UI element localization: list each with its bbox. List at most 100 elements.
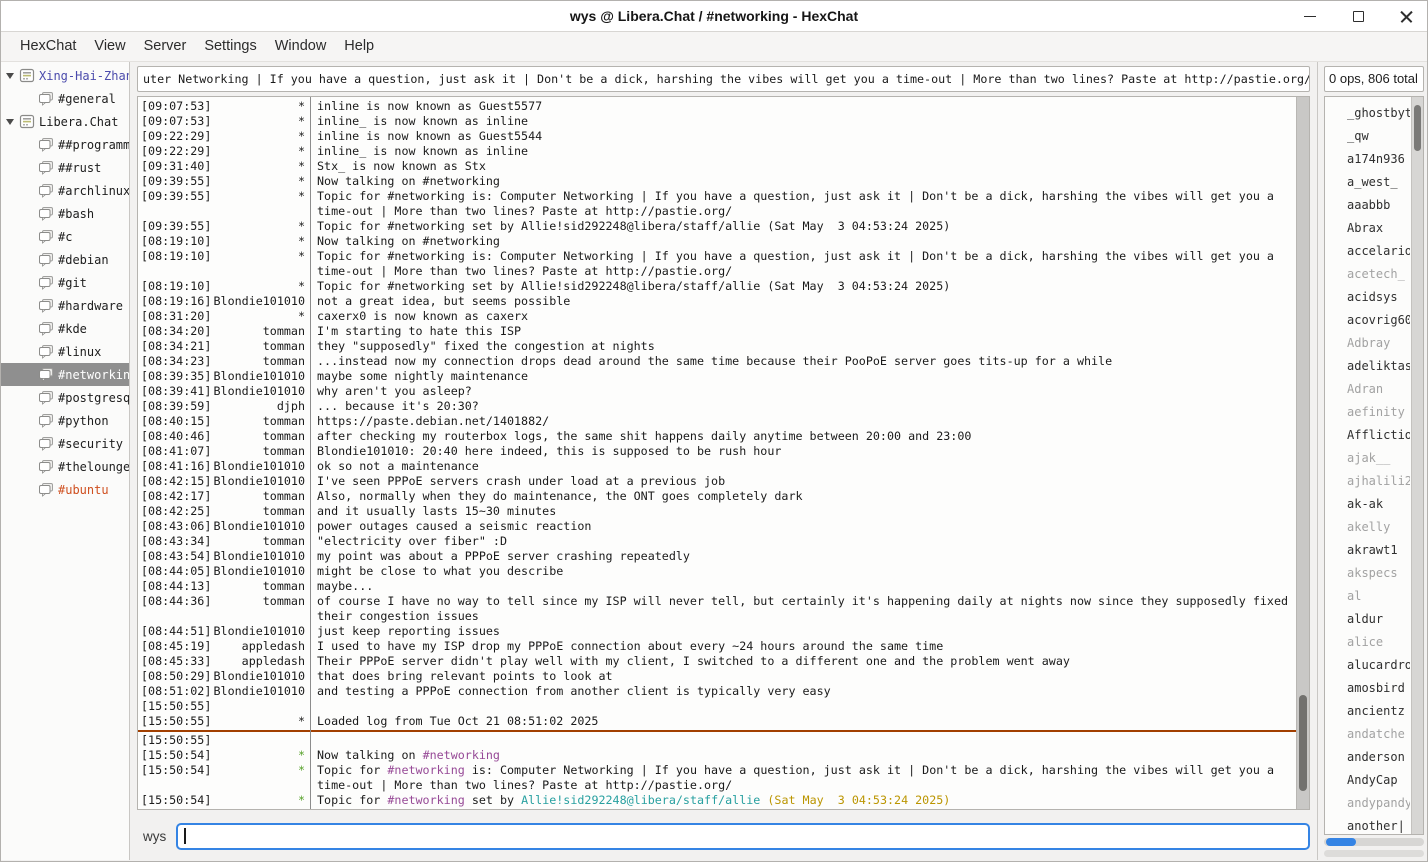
chat-box: [09:07:53]*inline is now known as Guest5…	[137, 96, 1310, 810]
user-list-hscrollbar-thumb[interactable]	[1326, 838, 1356, 846]
tree-item-git[interactable]: #git	[1, 271, 129, 294]
tree-item-python[interactable]: #python	[1, 409, 129, 432]
user-list-hscrollbar-track2[interactable]	[1324, 850, 1424, 857]
tree-item-thelounge[interactable]: #thelounge	[1, 455, 129, 478]
tree-item-hardware[interactable]: #hardware	[1, 294, 129, 317]
chat-scrollbar-thumb[interactable]	[1299, 695, 1307, 791]
unread-marker	[138, 730, 1296, 732]
message-segment: Also, normally when they do maintenance,…	[317, 489, 803, 503]
chat-line: [08:40:15]tommanhttps://paste.debian.net…	[138, 414, 1296, 429]
tree-item-bash[interactable]: #bash	[1, 202, 129, 225]
tree-item-debian[interactable]: #debian	[1, 248, 129, 271]
user-list-item[interactable]: andypandy	[1347, 792, 1410, 815]
message: I used to have my ISP drop my PPPoE conn…	[310, 639, 1296, 654]
user-list-item[interactable]: acetech_	[1347, 263, 1410, 286]
timestamp: [15:50:54]	[138, 793, 212, 808]
user-list-item[interactable]: _ghostbyt	[1347, 102, 1410, 125]
topic-input[interactable]: uter Networking | If you have a question…	[137, 66, 1310, 92]
menu-hexchat[interactable]: HexChat	[11, 32, 85, 61]
user-list-item[interactable]: ak-ak	[1347, 493, 1410, 516]
message-segment: #networking	[387, 793, 464, 807]
tree-item-security[interactable]: #security	[1, 432, 129, 455]
tree-item-general[interactable]: #general	[1, 87, 129, 110]
user-list-item[interactable]: ajak__	[1347, 447, 1410, 470]
tree-item-postgresql[interactable]: #postgresql	[1, 386, 129, 409]
message: inline_ is now known as inline	[310, 144, 1296, 159]
user-list-item[interactable]: adeliktas	[1347, 355, 1410, 378]
timestamp: [08:19:16]	[138, 294, 212, 309]
user-list-item[interactable]: Abrax	[1347, 217, 1410, 240]
user-list-item[interactable]: _qw	[1347, 125, 1410, 148]
user-list-item[interactable]: aldur	[1347, 608, 1410, 631]
user-list-item[interactable]: amosbird	[1347, 677, 1410, 700]
tree-item-xing-hai-zhang[interactable]: Xing-Hai-Zhang	[1, 64, 129, 87]
user-list-item[interactable]: AndyCap	[1347, 769, 1410, 792]
user-list-item[interactable]: andatche	[1347, 723, 1410, 746]
timestamp: [08:44:36]	[138, 594, 212, 624]
user-list-item[interactable]: another|	[1347, 815, 1410, 835]
menu-view[interactable]: View	[85, 32, 134, 61]
tree-item-kde[interactable]: #kde	[1, 317, 129, 340]
timestamp: [08:39:35]	[138, 369, 212, 384]
tree-item-ubuntu[interactable]: #ubuntu	[1, 478, 129, 501]
user-list-item[interactable]: akspecs	[1347, 562, 1410, 585]
user-list-item[interactable]: Adbray	[1347, 332, 1410, 355]
user-list-item[interactable]: anderson	[1347, 746, 1410, 769]
user-list-item[interactable]: ajhalili2	[1347, 470, 1410, 493]
user-list-scrollbar[interactable]	[1411, 97, 1423, 834]
user-list-item[interactable]: akrawt1	[1347, 539, 1410, 562]
message: https://paste.debian.net/1401882/	[310, 414, 1296, 429]
user-list-item[interactable]: accelario	[1347, 240, 1410, 263]
minimize-button[interactable]	[1299, 6, 1321, 28]
user-list-item[interactable]: aefinity	[1347, 401, 1410, 424]
timestamp: [08:19:10]	[138, 279, 212, 294]
message-input[interactable]	[176, 823, 1310, 850]
tree-item-label: Xing-Hai-Zhang	[39, 69, 129, 83]
timestamp: [08:43:54]	[138, 549, 212, 564]
tree-item-networking[interactable]: #networking	[1, 363, 129, 386]
user-list-item[interactable]: Adran	[1347, 378, 1410, 401]
user-list-hscrollbar[interactable]	[1324, 838, 1424, 846]
timestamp: [08:44:13]	[138, 579, 212, 594]
message-segment: after checking my routerbox logs, the sa…	[317, 429, 971, 443]
message: power outages caused a seismic reaction	[310, 519, 1296, 534]
menu-server[interactable]: Server	[135, 32, 196, 61]
nick: tomman	[212, 489, 310, 504]
expander-icon[interactable]	[6, 73, 14, 79]
chat-line: [08:43:06]Blondie101010power outages cau…	[138, 519, 1296, 534]
chat-line: [08:40:46]tommanafter checking my router…	[138, 429, 1296, 444]
menu-settings[interactable]: Settings	[195, 32, 265, 61]
maximize-button[interactable]	[1347, 6, 1369, 28]
channel-icon	[38, 229, 54, 244]
tree-item-programming[interactable]: ##programming	[1, 133, 129, 156]
close-button[interactable]	[1395, 6, 1417, 28]
message-segment: of course I have no way to tell since my…	[317, 594, 1295, 623]
user-list-scrollbar-thumb[interactable]	[1414, 105, 1421, 151]
message-segment: why aren't you asleep?	[317, 384, 472, 398]
user-list-item[interactable]: akelly	[1347, 516, 1410, 539]
user-list-item[interactable]: a174n936	[1347, 148, 1410, 171]
expander-icon[interactable]	[6, 119, 14, 125]
tree-item-archlinux[interactable]: #archlinux	[1, 179, 129, 202]
user-list-item[interactable]: aaabbb	[1347, 194, 1410, 217]
user-list-item[interactable]: Affliction	[1347, 424, 1410, 447]
menu-window[interactable]: Window	[266, 32, 336, 61]
user-list-item[interactable]: ancientz	[1347, 700, 1410, 723]
user-list-item[interactable]: a_west_	[1347, 171, 1410, 194]
user-list-item[interactable]: al	[1347, 585, 1410, 608]
user-list-item[interactable]: acidsys	[1347, 286, 1410, 309]
tree-item-rust[interactable]: ##rust	[1, 156, 129, 179]
menu-help[interactable]: Help	[335, 32, 383, 61]
user-list-item[interactable]: alice	[1347, 631, 1410, 654]
tree-item-linux[interactable]: #linux	[1, 340, 129, 363]
user-list-item[interactable]: alucardro	[1347, 654, 1410, 677]
chat-scrollbar[interactable]	[1296, 97, 1309, 809]
nick: Blondie101010	[212, 384, 310, 399]
tree-item-libera-chat[interactable]: Libera.Chat	[1, 110, 129, 133]
message: might be close to what you describe	[310, 564, 1296, 579]
tree-item-c[interactable]: #c	[1, 225, 129, 248]
user-list-item[interactable]: acovrig60	[1347, 309, 1410, 332]
timestamp: [08:41:16]	[138, 459, 212, 474]
message-segment: ok so not a maintenance	[317, 459, 479, 473]
message-segment: ...instead now my connection drops dead …	[317, 354, 1112, 368]
